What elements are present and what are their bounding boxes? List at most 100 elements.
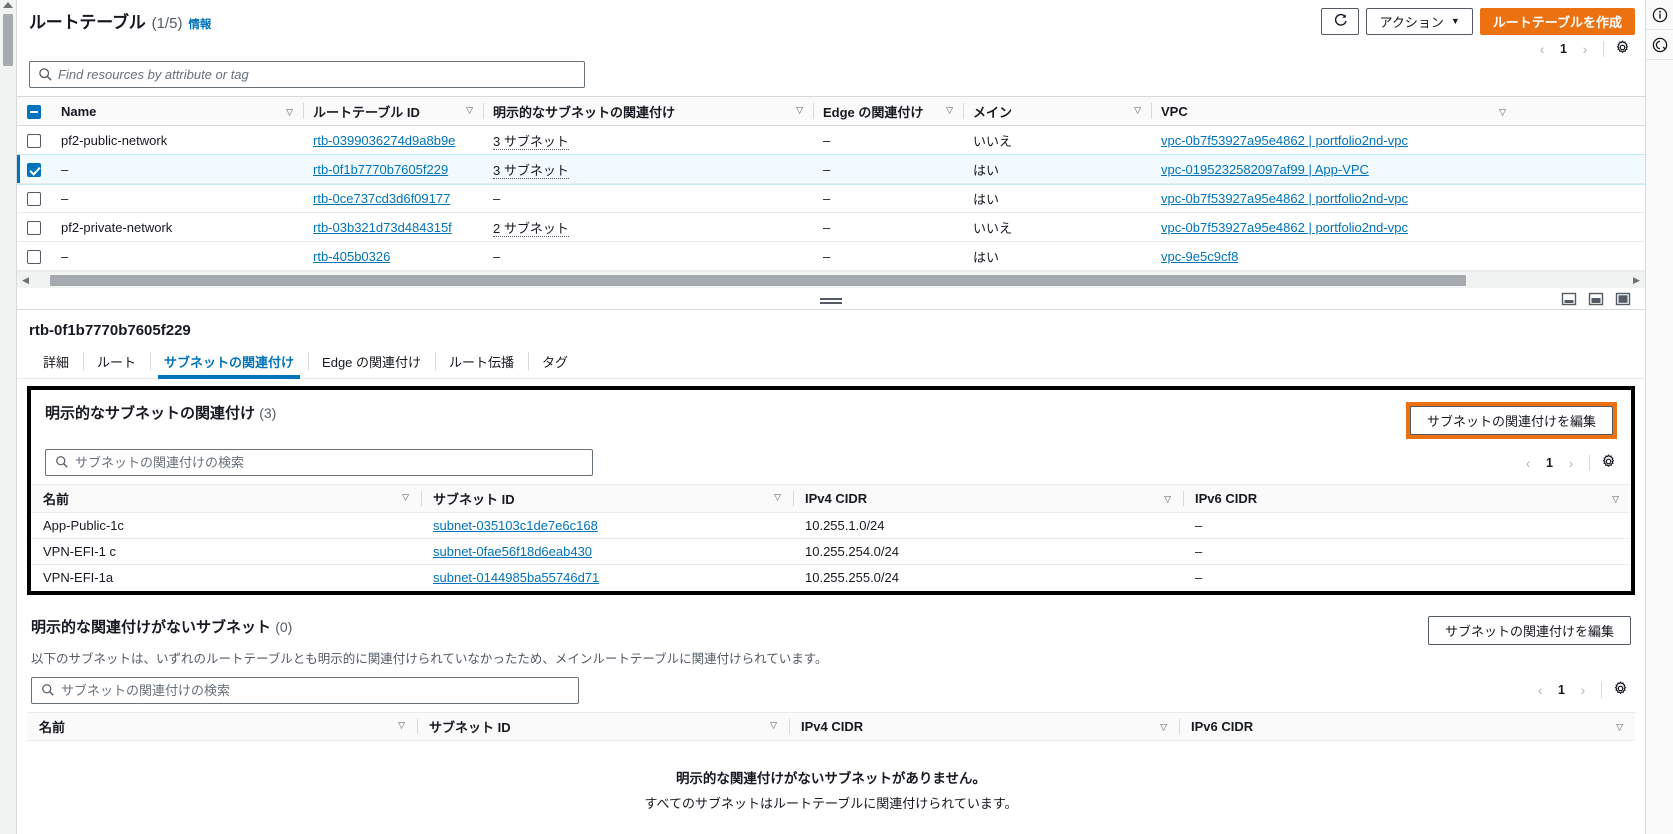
column-header-subnet-id[interactable]: サブネット ID ▽ bbox=[421, 484, 793, 513]
tab-routes[interactable]: ルート bbox=[83, 348, 150, 378]
table-row[interactable]: – rtb-405b0326 – – はい vpc-9e5c9cf8 bbox=[17, 241, 1645, 271]
sort-icon[interactable]: ▽ bbox=[1612, 494, 1619, 505]
pagination-prev-button[interactable]: ‹ bbox=[1517, 452, 1539, 474]
pagination-prev-button[interactable]: ‹ bbox=[1531, 38, 1553, 60]
select-all-header[interactable] bbox=[17, 96, 51, 126]
table-preferences-button[interactable] bbox=[1597, 452, 1619, 474]
cell-subnet-assoc[interactable]: 3 サブネット bbox=[483, 125, 813, 155]
sort-icon[interactable]: ▽ bbox=[774, 492, 781, 503]
row-checkbox[interactable] bbox=[27, 133, 41, 148]
column-header-name[interactable]: Name ▽ bbox=[51, 96, 303, 126]
row-select-cell[interactable] bbox=[17, 154, 51, 184]
cell-subnet-assoc[interactable]: 3 サブネット bbox=[483, 154, 813, 184]
sort-icon[interactable]: ▽ bbox=[1160, 722, 1167, 733]
info-link[interactable]: 情報 bbox=[188, 16, 211, 32]
table-row[interactable]: pf2-private-network rtb-03b321d73d484315… bbox=[17, 212, 1645, 242]
column-header-edge-assoc[interactable]: Edge の関連付け ▽ bbox=[813, 96, 963, 126]
cell-vpc[interactable]: vpc-9e5c9cf8 bbox=[1151, 241, 1516, 271]
pagination-prev-button[interactable]: ‹ bbox=[1529, 679, 1551, 701]
scroll-right-arrow-icon[interactable]: ▶ bbox=[1628, 272, 1645, 289]
column-header-name[interactable]: 名前 ▽ bbox=[31, 484, 421, 513]
cell-vpc[interactable]: vpc-0b7f53927a95e4862 | portfolio2nd-vpc bbox=[1151, 183, 1516, 213]
implicit-search-box[interactable] bbox=[31, 676, 579, 704]
route-table-id-link[interactable]: rtb-0f1b7770b7605f229 bbox=[313, 162, 448, 177]
row-select-cell[interactable] bbox=[17, 241, 51, 271]
refresh-button[interactable] bbox=[1321, 8, 1360, 35]
sort-icon[interactable]: ▽ bbox=[1164, 494, 1171, 505]
route-table-id-link[interactable]: rtb-0399036274d9a8b9e bbox=[313, 133, 455, 148]
cell-vpc[interactable]: vpc-0b7f53927a95e4862 | portfolio2nd-vpc bbox=[1151, 212, 1516, 242]
explicit-search-box[interactable] bbox=[45, 449, 593, 476]
column-header-ipv6-cidr[interactable]: IPv6 CIDR ▽ bbox=[1179, 711, 1635, 741]
row-checkbox[interactable] bbox=[27, 191, 41, 206]
cell-subnet-assoc[interactable]: 2 サブネット bbox=[483, 212, 813, 242]
table-row[interactable]: VPN-EFI-1 c subnet-0fae56f18d6eab430 10.… bbox=[31, 538, 1631, 565]
table-horizontal-scrollbar[interactable]: ◀ ▶ bbox=[17, 271, 1645, 288]
table-row[interactable]: pf2-public-network rtb-0399036274d9a8b9e… bbox=[17, 125, 1645, 155]
column-header-ipv4-cidr[interactable]: IPv4 CIDR ▽ bbox=[793, 484, 1183, 513]
column-header-ipv6-cidr[interactable]: IPv6 CIDR ▽ bbox=[1183, 484, 1631, 513]
panel-splitter[interactable] bbox=[17, 288, 1645, 310]
tab-subnet-associations[interactable]: サブネットの関連付け bbox=[150, 348, 308, 379]
pagination-next-button[interactable]: › bbox=[1560, 452, 1582, 474]
subnet-id-link[interactable]: subnet-035103c1de7e6c168 bbox=[433, 518, 598, 533]
column-header-main[interactable]: メイン ▽ bbox=[963, 96, 1151, 126]
vpc-link[interactable]: vpc-0195232582097af99 | App-VPC bbox=[1161, 162, 1369, 177]
table-row[interactable]: – rtb-0f1b7770b7605f229 3 サブネット – はい vpc… bbox=[17, 153, 1645, 185]
pagination-next-button[interactable]: › bbox=[1574, 38, 1596, 60]
tab-details[interactable]: 詳細 bbox=[29, 348, 83, 378]
subnet-id-link[interactable]: subnet-0fae56f18d6eab430 bbox=[433, 544, 592, 559]
cell-vpc[interactable]: vpc-0b7f53927a95e4862 | portfolio2nd-vpc bbox=[1151, 125, 1516, 155]
subnet-assoc-popover-link[interactable]: 3 サブネット bbox=[493, 162, 569, 179]
subnet-assoc-popover-link[interactable]: 2 サブネット bbox=[493, 220, 569, 237]
row-select-cell[interactable] bbox=[17, 125, 51, 155]
scrollbar-track[interactable] bbox=[34, 272, 1628, 289]
route-table-id-link[interactable]: rtb-405b0326 bbox=[313, 249, 390, 264]
vpc-link[interactable]: vpc-9e5c9cf8 bbox=[1161, 249, 1238, 264]
column-header-subnet-assoc[interactable]: 明示的なサブネットの関連付け ▽ bbox=[483, 96, 813, 126]
column-header-vpc[interactable]: VPC ▽ bbox=[1151, 96, 1516, 126]
splitter-grip-icon[interactable] bbox=[820, 297, 842, 304]
column-header-rtb-id[interactable]: ルートテーブル ID ▽ bbox=[303, 96, 483, 126]
panel-full-icon[interactable] bbox=[1615, 291, 1631, 307]
subnet-assoc-popover-link[interactable]: 3 サブネット bbox=[493, 133, 569, 150]
tab-tags[interactable]: タグ bbox=[528, 348, 582, 378]
row-select-cell[interactable] bbox=[17, 212, 51, 242]
sort-icon[interactable]: ▽ bbox=[770, 720, 777, 731]
sort-icon[interactable]: ▽ bbox=[1499, 107, 1506, 118]
info-panel-button[interactable] bbox=[1645, 0, 1673, 30]
panel-side-icon[interactable] bbox=[1588, 291, 1604, 307]
column-header-ipv4-cidr[interactable]: IPv4 CIDR ▽ bbox=[789, 711, 1179, 741]
cell-rtb-id[interactable]: rtb-03b321d73d484315f bbox=[303, 212, 483, 242]
sort-icon[interactable]: ▽ bbox=[1616, 722, 1623, 733]
sort-icon[interactable]: ▽ bbox=[796, 105, 803, 116]
sort-icon[interactable]: ▽ bbox=[402, 492, 409, 503]
cell-rtb-id[interactable]: rtb-0ce737cd3d6f09177 bbox=[303, 183, 483, 213]
cell-subnet-id[interactable]: subnet-0fae56f18d6eab430 bbox=[421, 538, 793, 565]
search-box[interactable] bbox=[29, 61, 585, 88]
implicit-search-input[interactable] bbox=[32, 682, 578, 698]
scroll-up-arrow-icon[interactable] bbox=[3, 2, 13, 8]
pagination-page-number[interactable]: 1 bbox=[1555, 42, 1572, 56]
tab-route-propagation[interactable]: ルート伝播 bbox=[435, 348, 528, 378]
pagination-page-number[interactable]: 1 bbox=[1541, 456, 1558, 470]
edit-subnet-associations-button-implicit[interactable]: サブネットの関連付けを編集 bbox=[1427, 615, 1631, 645]
cell-vpc[interactable]: vpc-0195232582097af99 | App-VPC bbox=[1151, 154, 1516, 184]
select-all-checkbox[interactable] bbox=[27, 104, 41, 119]
cell-subnet-id[interactable]: subnet-035103c1de7e6c168 bbox=[421, 512, 793, 539]
subnet-id-link[interactable]: subnet-0144985ba55746d71 bbox=[433, 570, 599, 585]
row-checkbox[interactable] bbox=[27, 162, 41, 177]
page-vertical-scrollbar[interactable] bbox=[0, 0, 17, 834]
column-header-subnet-id[interactable]: サブネット ID ▽ bbox=[417, 711, 789, 741]
vpc-link[interactable]: vpc-0b7f53927a95e4862 | portfolio2nd-vpc bbox=[1161, 133, 1408, 148]
sort-icon[interactable]: ▽ bbox=[398, 720, 405, 731]
pagination-page-number[interactable]: 1 bbox=[1553, 683, 1570, 697]
cell-rtb-id[interactable]: rtb-0f1b7770b7605f229 bbox=[303, 154, 483, 184]
vpc-link[interactable]: vpc-0b7f53927a95e4862 | portfolio2nd-vpc bbox=[1161, 191, 1408, 206]
table-preferences-button[interactable] bbox=[1611, 38, 1633, 60]
row-checkbox[interactable] bbox=[27, 249, 41, 264]
sort-icon[interactable]: ▽ bbox=[466, 105, 473, 116]
route-table-id-link[interactable]: rtb-03b321d73d484315f bbox=[313, 220, 452, 235]
tab-edge-associations[interactable]: Edge の関連付け bbox=[308, 348, 435, 378]
panel-bottom-icon[interactable] bbox=[1561, 291, 1577, 307]
